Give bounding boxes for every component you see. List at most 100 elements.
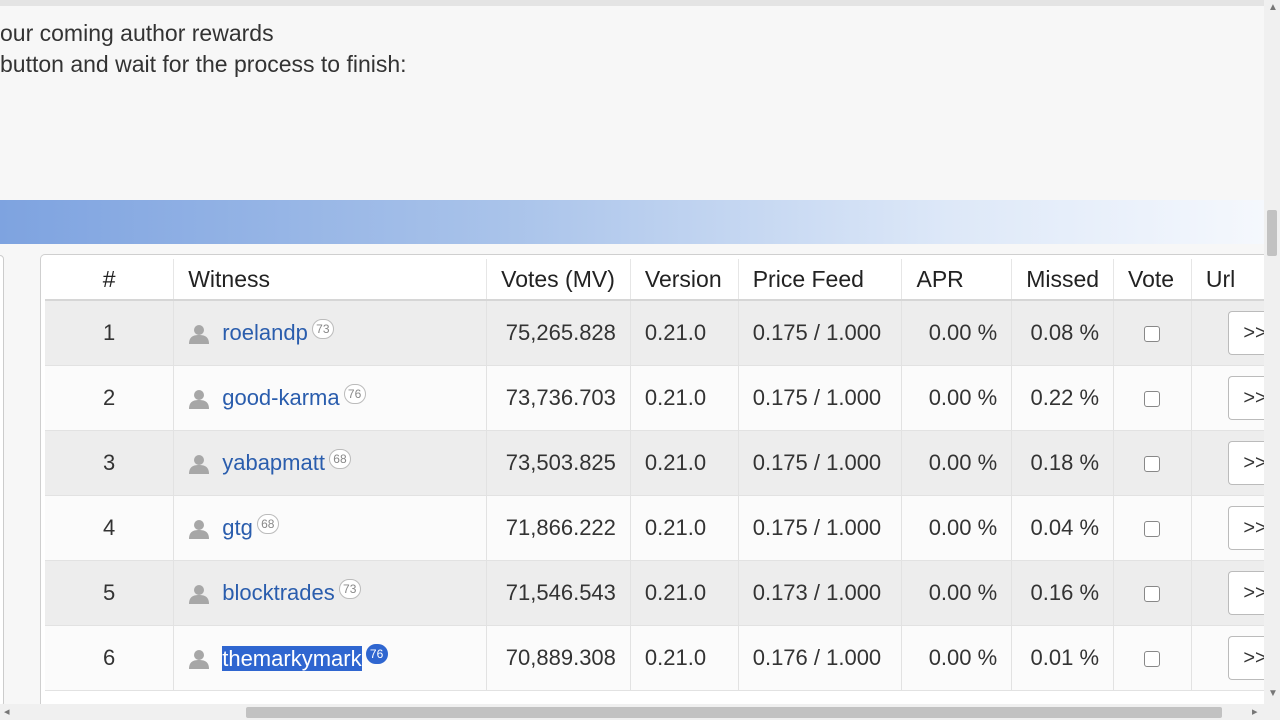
col-header-rank[interactable]: # — [45, 259, 174, 301]
col-header-version[interactable]: Version — [629, 259, 739, 301]
witness-link[interactable]: gtg — [222, 516, 253, 541]
reputation-badge: 76 — [343, 384, 366, 405]
user-icon — [188, 323, 210, 345]
horizontal-scrollbar[interactable]: ◂ ▸ — [0, 704, 1264, 720]
intro-line-1: our coming author rewards — [0, 20, 274, 46]
vote-checkbox[interactable] — [1144, 391, 1161, 408]
col-header-witness[interactable]: Witness — [173, 259, 487, 301]
rank-cell: 4 — [45, 495, 174, 561]
top-strip — [0, 0, 1264, 6]
missed-cell: 0.18 % — [1011, 430, 1114, 496]
user-icon — [188, 453, 210, 475]
table-row: 3 yabapmatt 68 73,503.825 0.21.0 0.175 / 1.00… — [45, 430, 1280, 496]
witness-link[interactable]: blocktrades — [222, 581, 335, 606]
reputation-badge: 73 — [338, 579, 361, 600]
witness-table: # Witness Votes (MV) Version Price Feed … — [45, 259, 1280, 691]
vote-checkbox[interactable] — [1144, 586, 1161, 603]
witness-cell: gtg 68 — [173, 495, 487, 561]
rank-cell: 2 — [45, 365, 174, 431]
missed-cell: 0.01 % — [1011, 625, 1114, 691]
horizontal-scroll-thumb[interactable] — [246, 707, 1222, 718]
version-cell: 0.21.0 — [629, 300, 739, 366]
user-icon — [188, 648, 210, 670]
witness-table-panel: # Witness Votes (MV) Version Price Feed … — [40, 254, 1280, 716]
witness-cell: blocktrades 73 — [173, 560, 487, 626]
vertical-scrollbar[interactable]: ▲ ▼ — [1264, 0, 1280, 720]
apr-cell: 0.00 % — [901, 365, 1012, 431]
apr-cell: 0.00 % — [901, 560, 1012, 626]
intro-text: our coming author rewards button and wai… — [0, 18, 407, 80]
vote-cell — [1113, 430, 1192, 496]
votes-cell: 71,546.543 — [486, 560, 631, 626]
apr-cell: 0.00 % — [901, 495, 1012, 561]
vote-checkbox[interactable] — [1144, 326, 1161, 343]
vote-checkbox[interactable] — [1144, 521, 1161, 538]
reputation-badge: 68 — [256, 514, 279, 535]
votes-cell: 73,736.703 — [486, 365, 631, 431]
table-header-row: # Witness Votes (MV) Version Price Feed … — [45, 259, 1280, 301]
table-row: 6 themarkymark 76 70,889.308 0.21.0 0.176 / 1… — [45, 625, 1280, 691]
vote-cell — [1113, 365, 1192, 431]
rank-cell: 3 — [45, 430, 174, 496]
price-feed-cell: 0.175 / 1.000 — [737, 430, 902, 496]
witness-link[interactable]: yabapmatt — [222, 451, 325, 476]
intro-line-2: button and wait for the process to finis… — [0, 51, 407, 77]
version-cell: 0.21.0 — [629, 560, 739, 626]
missed-cell: 0.22 % — [1011, 365, 1114, 431]
vote-cell — [1113, 560, 1192, 626]
price-feed-cell: 0.176 / 1.000 — [737, 625, 902, 691]
vote-cell — [1113, 300, 1192, 366]
price-feed-cell: 0.175 / 1.000 — [737, 300, 902, 366]
witness-link[interactable]: roelandp — [222, 321, 308, 346]
version-cell: 0.21.0 — [629, 495, 739, 561]
vote-cell — [1113, 495, 1192, 561]
scroll-right-icon[interactable]: ▸ — [1252, 705, 1258, 718]
witness-cell: good-karma 76 — [173, 365, 487, 431]
price-feed-cell: 0.175 / 1.000 — [737, 495, 902, 561]
witness-cell: roelandp 73 — [173, 300, 487, 366]
rank-cell: 6 — [45, 625, 174, 691]
col-header-apr[interactable]: APR — [901, 259, 1012, 301]
version-cell: 0.21.0 — [629, 625, 739, 691]
vote-cell — [1113, 625, 1192, 691]
version-cell: 0.21.0 — [629, 365, 739, 431]
witness-link[interactable]: themarkymark — [222, 645, 362, 671]
table-row: 4 gtg 68 71,866.222 0.21.0 0.175 / 1.000 0.00 … — [45, 495, 1280, 561]
votes-cell: 73,503.825 — [486, 430, 631, 496]
section-banner — [0, 200, 1264, 244]
apr-cell: 0.00 % — [901, 430, 1012, 496]
reputation-badge: 73 — [311, 319, 334, 340]
price-feed-cell: 0.173 / 1.000 — [737, 560, 902, 626]
col-header-price-feed[interactable]: Price Feed — [737, 259, 902, 301]
rank-cell: 5 — [45, 560, 174, 626]
witness-link[interactable]: good-karma — [222, 386, 339, 411]
left-panel-edge — [0, 255, 4, 707]
scroll-up-icon[interactable]: ▲ — [1268, 2, 1278, 13]
col-header-missed[interactable]: Missed — [1011, 259, 1114, 301]
votes-cell: 70,889.308 — [486, 625, 631, 691]
table-row: 2 good-karma 76 73,736.703 0.21.0 0.175 / 1.0… — [45, 365, 1280, 431]
missed-cell: 0.04 % — [1011, 495, 1114, 561]
table-row: 1 roelandp 73 75,265.828 0.21.0 0.175 / 1.000… — [45, 300, 1280, 366]
col-header-votes[interactable]: Votes (MV) — [486, 259, 631, 301]
apr-cell: 0.00 % — [901, 300, 1012, 366]
version-cell: 0.21.0 — [629, 430, 739, 496]
scroll-down-icon[interactable]: ▼ — [1268, 688, 1278, 699]
col-header-vote[interactable]: Vote — [1113, 259, 1192, 301]
user-icon — [188, 583, 210, 605]
witness-cell: yabapmatt 68 — [173, 430, 487, 496]
witness-cell: themarkymark 76 — [173, 625, 487, 691]
user-icon — [188, 518, 210, 540]
vertical-scroll-thumb[interactable] — [1267, 210, 1277, 256]
votes-cell: 75,265.828 — [486, 300, 631, 366]
table-row: 5 blocktrades 73 71,546.543 0.21.0 0.173 / 1.… — [45, 560, 1280, 626]
reputation-badge: 68 — [328, 449, 351, 470]
apr-cell: 0.00 % — [901, 625, 1012, 691]
rank-cell: 1 — [45, 300, 174, 366]
vote-checkbox[interactable] — [1144, 456, 1161, 473]
scroll-left-icon[interactable]: ◂ — [4, 705, 10, 718]
vote-checkbox[interactable] — [1144, 651, 1161, 668]
votes-cell: 71,866.222 — [486, 495, 631, 561]
missed-cell: 0.16 % — [1011, 560, 1114, 626]
missed-cell: 0.08 % — [1011, 300, 1114, 366]
